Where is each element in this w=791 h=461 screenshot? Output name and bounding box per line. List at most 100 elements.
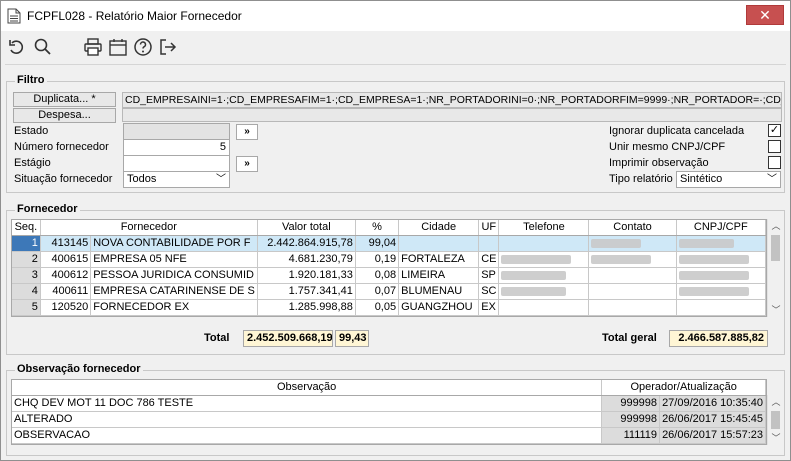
col-observacao[interactable]: Observação: [12, 380, 603, 396]
estado-label: Estado: [14, 125, 49, 137]
total-valor: 2.452.509.668,19: [243, 330, 333, 347]
cell-uf: CE: [478, 251, 500, 268]
table-row[interactable]: 5 120520 FORNECEDOR EX 1.285.998,88 0,05…: [12, 299, 766, 316]
situacao-fornecedor-select[interactable]: Todos ﹀: [123, 171, 230, 188]
situacao-fornecedor-value: Todos: [127, 173, 157, 185]
print-icon[interactable]: [83, 37, 103, 57]
cell-percent: 0,19: [355, 251, 400, 268]
cell-valor: 1.285.998,88: [257, 299, 356, 316]
estagio-label: Estágio: [14, 157, 51, 169]
col-seq[interactable]: Seq.: [12, 220, 41, 236]
situacao-fornecedor-label: Situação fornecedor: [14, 173, 113, 185]
scroll-up-icon[interactable]: ︿: [768, 219, 784, 233]
fornecedor-label: Fornecedor: [15, 203, 80, 215]
despesa-summary-text: [122, 108, 782, 122]
filtro-label: Filtro: [15, 74, 47, 86]
exit-icon[interactable]: [158, 37, 178, 57]
list-item[interactable]: ALTERADO 999998 26/06/2017 15:45:45: [12, 411, 766, 428]
despesa-button[interactable]: Despesa...: [13, 108, 116, 123]
calendar-icon[interactable]: [108, 37, 128, 57]
cell-uf: SC: [478, 283, 500, 300]
cell-codigo: 400611: [40, 283, 92, 300]
observacao-header-row: Observação Operador/Atualização: [12, 380, 766, 396]
cell-contato-redacted: [588, 299, 677, 316]
scroll-thumb[interactable]: [771, 411, 780, 429]
cell-fornecedor: EMPRESA 05 NFE: [90, 251, 258, 268]
col-uf[interactable]: UF: [478, 220, 500, 236]
toolbar-divider: [5, 64, 786, 65]
scroll-down-icon[interactable]: ﹀: [768, 431, 784, 445]
scroll-up-icon[interactable]: ︿: [768, 395, 784, 409]
table-row[interactable]: 3 400612 PESSOA JURIDICA CONSUMID 1.920.…: [12, 267, 766, 284]
window-title: FCPFL028 - Relatório Maior Fornecedor: [27, 9, 242, 23]
cell-cnpj-redacted: [676, 267, 766, 284]
total-geral-valor: 2.466.587.885,82: [669, 330, 768, 347]
cell-observacao: OBSERVACAO: [12, 427, 603, 444]
cell-seq: 4: [12, 283, 41, 300]
estagio-field[interactable]: [123, 155, 230, 172]
col-cnpj[interactable]: CNPJ/CPF: [676, 220, 766, 236]
fornecedor-grid[interactable]: Seq. Fornecedor Valor total % Cidade UF …: [11, 219, 767, 317]
duplicata-button[interactable]: Duplicata... *: [13, 92, 116, 107]
total-label: Total: [204, 332, 230, 344]
report-window: FCPFL028 - Relatório Maior Fornecedor ✕ …: [0, 0, 791, 461]
list-item[interactable]: OBSERVACAO 111119 26/06/2017 15:57:23: [12, 427, 766, 444]
cell-data-atualizacao: 27/09/2016 10:35:40: [659, 395, 766, 412]
numero-fornecedor-field[interactable]: 5: [123, 139, 230, 156]
cell-valor: 2.442.864.915,78: [257, 235, 356, 252]
cell-valor: 1.920.181,33: [257, 267, 356, 284]
col-contato[interactable]: Contato: [588, 220, 677, 236]
cell-uf: EX: [478, 299, 500, 316]
observacao-grid[interactable]: Observação Operador/Atualização CHQ DEV …: [11, 379, 767, 445]
search-icon[interactable]: [33, 37, 53, 57]
imprimir-observacao-checkbox[interactable]: [768, 156, 781, 169]
cell-fornecedor: EMPRESA CATARINENSE DE S: [90, 283, 258, 300]
observacao-label: Observação fornecedor: [15, 363, 143, 375]
cell-valor: 1.757.341,41: [257, 283, 356, 300]
unir-cnpj-checkbox[interactable]: [768, 140, 781, 153]
cell-seq: 3: [12, 267, 41, 284]
scroll-down-icon[interactable]: ﹀: [768, 303, 784, 317]
table-row[interactable]: 2 400615 EMPRESA 05 NFE 4.681.230,79 0,1…: [12, 251, 766, 268]
cell-cidade: LIMEIRA: [398, 267, 480, 284]
col-telefone[interactable]: Telefone: [498, 220, 590, 236]
cell-cnpj-redacted: [676, 283, 766, 300]
cell-fornecedor: FORNECEDOR EX: [90, 299, 258, 316]
undo-icon[interactable]: [7, 37, 27, 57]
help-icon[interactable]: [133, 37, 153, 57]
fornecedor-scrollbar[interactable]: ︿ ﹀: [767, 219, 783, 317]
cell-telefone-redacted: [498, 251, 590, 268]
cell-telefone-redacted: [498, 283, 590, 300]
cell-valor: 4.681.230,79: [257, 251, 356, 268]
cell-operador: 111119: [601, 427, 661, 444]
observacao-table: Observação Operador/Atualização CHQ DEV …: [12, 380, 766, 444]
estagio-lookup-button[interactable]: »: [236, 156, 258, 172]
cell-telefone-redacted: [498, 235, 590, 252]
col-fornecedor[interactable]: Fornecedor: [40, 220, 258, 236]
col-cidade[interactable]: Cidade: [398, 220, 480, 236]
observacao-scrollbar[interactable]: ︿ ﹀: [767, 395, 783, 445]
ignorar-duplicata-checkbox[interactable]: ✓: [768, 124, 781, 137]
cell-codigo: 400612: [40, 267, 92, 284]
cell-codigo: 400615: [40, 251, 92, 268]
col-operador-atualizacao[interactable]: Operador/Atualização: [601, 380, 766, 396]
cell-percent: 0,08: [355, 267, 400, 284]
list-item[interactable]: CHQ DEV MOT 11 DOC 786 TESTE 999998 27/0…: [12, 395, 766, 412]
cell-contato-redacted: [588, 251, 677, 268]
cell-codigo: 120520: [40, 299, 92, 316]
cell-data-atualizacao: 26/06/2017 15:45:45: [659, 411, 766, 428]
cell-contato-redacted: [588, 267, 677, 284]
col-valor-total[interactable]: Valor total: [257, 220, 356, 236]
imprimir-observacao-label: Imprimir observação: [609, 157, 709, 169]
table-row[interactable]: 4 400611 EMPRESA CATARINENSE DE S 1.757.…: [12, 283, 766, 300]
estado-field[interactable]: [123, 123, 230, 140]
estado-lookup-button[interactable]: »: [236, 124, 258, 140]
cell-cidade: GUANGZHOU: [398, 299, 480, 316]
close-button[interactable]: ✕: [746, 5, 784, 25]
tipo-relatorio-select[interactable]: Sintético ﹀: [676, 171, 781, 188]
col-percent[interactable]: %: [355, 220, 400, 236]
cell-operador: 999998: [601, 411, 661, 428]
table-row[interactable]: 1 413145 NOVA CONTABILIDADE POR F 2.442.…: [12, 235, 766, 252]
scroll-thumb[interactable]: [771, 235, 780, 261]
filter-summary-text: CD_EMPRESAINI=1·;CD_EMPRESAFIM=1·;CD_EMP…: [122, 92, 782, 108]
